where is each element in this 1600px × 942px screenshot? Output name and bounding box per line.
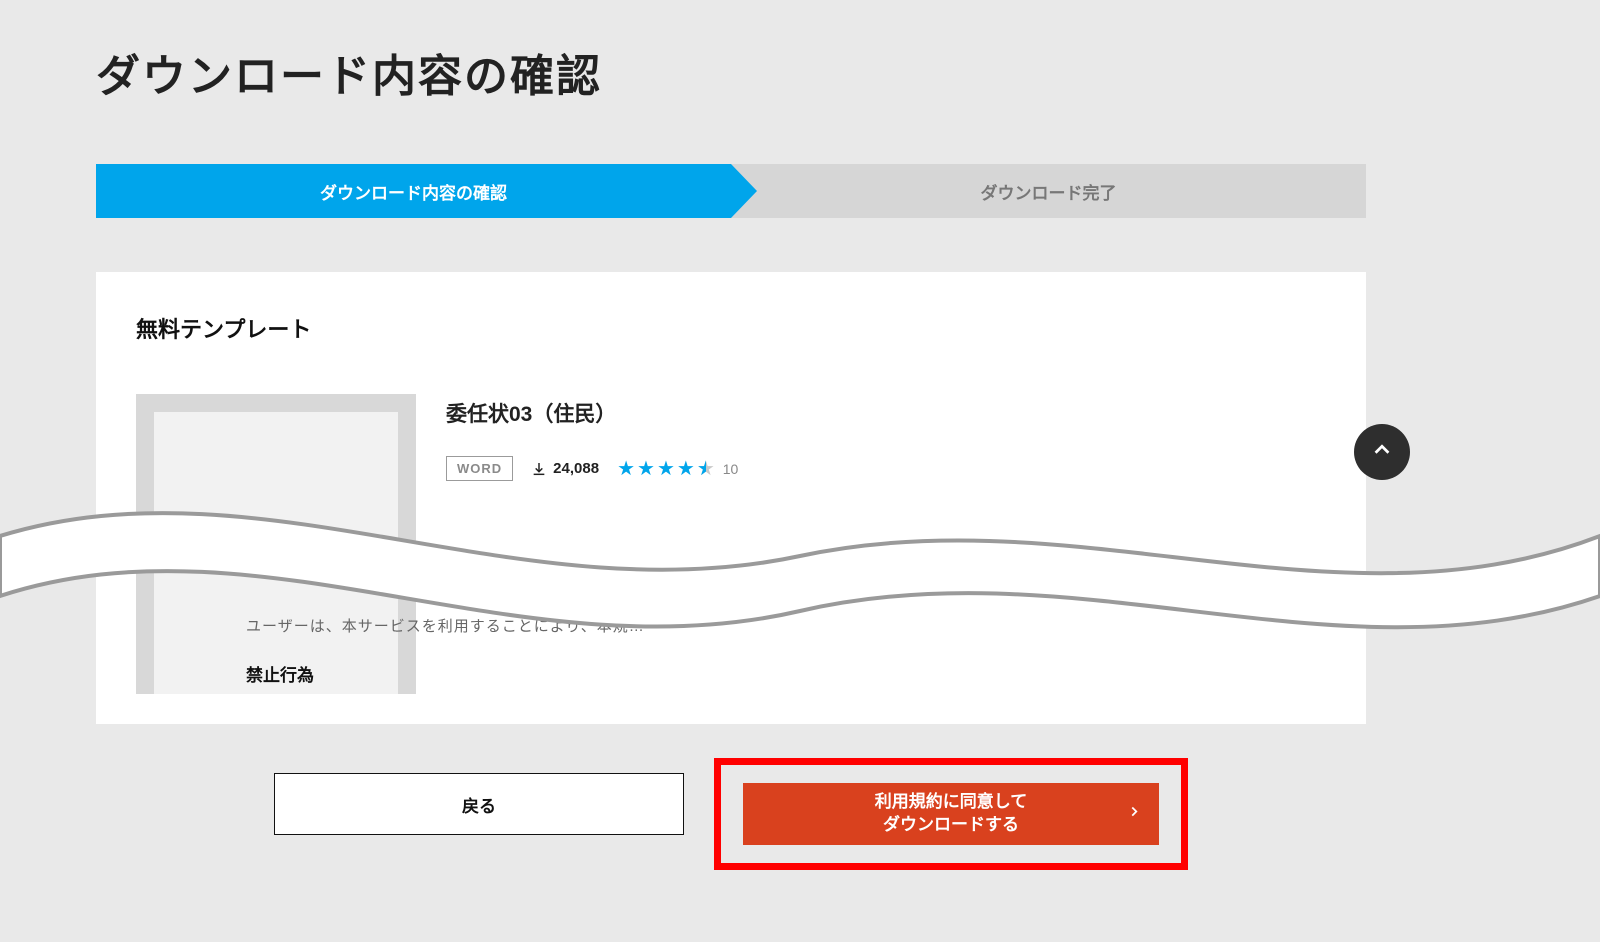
- download-button-highlight: 利用規約に同意して ダウンロードする: [714, 758, 1188, 870]
- star-icon: ★: [657, 456, 675, 481]
- file-type-badge: WORD: [446, 456, 513, 481]
- download-count-value: 24,088: [553, 460, 599, 477]
- card-subheading: 無料テンプレート: [136, 312, 1326, 344]
- terms-excerpt: ユーザーは、本サービスを利用することにより、本規…: [246, 615, 645, 636]
- terms-section-heading: 禁止行為: [246, 661, 314, 686]
- download-button-line2: ダウンロードする: [875, 814, 1028, 837]
- download-icon: [531, 461, 547, 477]
- page-title: ダウンロード内容の確認: [96, 40, 1366, 104]
- template-title: 委任状03（住民）: [446, 398, 738, 428]
- chevron-up-icon: [1371, 439, 1393, 466]
- step-complete: ダウンロード完了: [731, 164, 1366, 218]
- step-confirm: ダウンロード内容の確認: [96, 164, 731, 218]
- star-icon: ★: [677, 456, 695, 481]
- star-icon: ★: [617, 456, 635, 481]
- rating-count: 10: [723, 461, 739, 477]
- template-item: 委任状03（住民） WORD 24,088 ★ ★ ★: [136, 394, 1326, 694]
- template-thumbnail: [136, 394, 416, 694]
- back-button[interactable]: 戻る: [274, 773, 684, 835]
- scroll-to-top-button[interactable]: [1354, 424, 1410, 480]
- download-button-line1: 利用規約に同意して: [875, 791, 1028, 814]
- star-icon: ★: [637, 456, 655, 481]
- star-half-icon: ★: [697, 456, 715, 481]
- chevron-right-icon: [1127, 805, 1141, 824]
- progress-stepper: ダウンロード内容の確認 ダウンロード完了: [96, 164, 1366, 218]
- download-count: 24,088: [531, 460, 599, 477]
- agree-and-download-button[interactable]: 利用規約に同意して ダウンロードする: [743, 783, 1159, 845]
- download-card: 無料テンプレート 委任状03（住民） WORD 24,088: [96, 272, 1366, 724]
- rating-stars: ★ ★ ★ ★ ★ 10: [617, 456, 738, 481]
